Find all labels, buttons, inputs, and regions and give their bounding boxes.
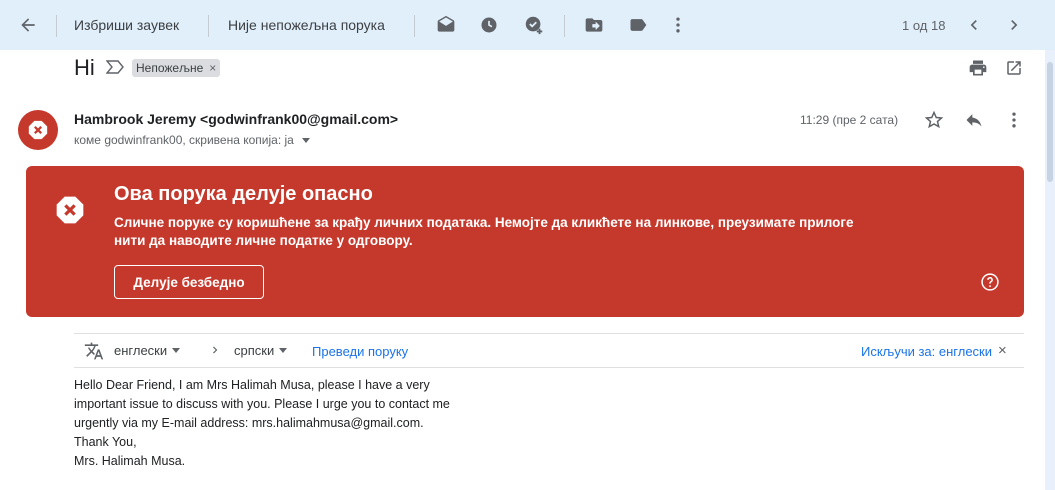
reply-icon[interactable] xyxy=(963,109,985,131)
more-vert-icon[interactable] xyxy=(666,13,690,37)
message-time: 11:29 (пре 2 сата) xyxy=(800,113,899,127)
body-line: urgently via my E-mail address: mrs.hali… xyxy=(74,416,424,430)
open-in-new-window-icon[interactable] xyxy=(1003,57,1025,79)
toolbar-divider xyxy=(56,15,57,37)
warning-description: Сличне поруке су коришћене за крађу личн… xyxy=(114,215,854,248)
translate-message-link[interactable]: Преведи поруку xyxy=(312,344,408,359)
translation-bar: енглески српски Преведи поруку Искључи з… xyxy=(74,333,1024,368)
source-language-select[interactable]: енглески xyxy=(114,343,181,358)
scrollbar-thumb[interactable] xyxy=(1047,62,1053,182)
looks-safe-button[interactable]: Делује безбедно xyxy=(114,265,264,299)
chevron-right-icon xyxy=(208,343,222,362)
more-vert-icon[interactable] xyxy=(1003,109,1025,131)
scrollbar[interactable] xyxy=(1045,50,1055,490)
label-remove-button[interactable]: × xyxy=(209,61,216,75)
target-language-select[interactable]: српски xyxy=(234,343,288,358)
print-icon[interactable] xyxy=(967,57,989,79)
turn-off-translation-link[interactable]: Искључи за: енглески xyxy=(861,344,992,359)
add-task-icon[interactable] xyxy=(522,13,546,37)
sender-name[interactable]: Hambrook Jeremy <godwinfrank00@gmail.com… xyxy=(74,111,398,127)
label-chip-spam: Непожељне × xyxy=(132,59,221,77)
details-dropdown-icon[interactable] xyxy=(301,137,310,143)
source-language-label: енглески xyxy=(114,343,168,358)
target-language-label: српски xyxy=(234,343,275,358)
delete-forever-button[interactable]: Избриши заувек xyxy=(74,17,179,33)
star-icon[interactable] xyxy=(923,109,945,131)
mark-unread-icon[interactable] xyxy=(434,13,458,37)
message-body: Hello Dear Friend, I am Mrs Halimah Musa… xyxy=(74,376,450,471)
toolbar-divider xyxy=(414,15,415,37)
danger-octagon-icon xyxy=(54,194,86,231)
body-line: Hello Dear Friend, I am Mrs Halimah Musa… xyxy=(74,378,430,392)
danger-warning-banner: Ова порука делује опасно Сличне поруке с… xyxy=(26,166,1024,317)
chevron-left-icon[interactable] xyxy=(962,13,986,37)
arrow-back-icon[interactable] xyxy=(16,13,40,37)
recipients-text: коме godwinfrank00, скривена копија: ја xyxy=(74,133,294,147)
chevron-right-icon[interactable] xyxy=(1002,13,1026,37)
toolbar-divider xyxy=(208,15,209,37)
label-chip-text: Непожељне xyxy=(136,61,204,75)
warning-title: Ова порука делује опасно xyxy=(114,183,373,205)
caret-down-icon xyxy=(172,348,181,353)
close-translation-button[interactable]: × xyxy=(998,342,1007,359)
toolbar: Избриши заувек Није непожељна порука 1 о… xyxy=(0,0,1055,50)
body-line: Mrs. Halimah Musa. xyxy=(74,454,186,468)
snooze-clock-icon[interactable] xyxy=(477,13,501,37)
body-line: important issue to discuss with you. Ple… xyxy=(74,397,450,411)
recipients-line[interactable]: коме godwinfrank00, скривена копија: ја xyxy=(74,133,310,147)
help-circle-icon[interactable] xyxy=(980,272,1000,297)
caret-down-icon xyxy=(279,348,288,353)
danger-octagon-icon xyxy=(28,120,48,140)
translate-icon xyxy=(84,341,104,366)
toolbar-divider xyxy=(564,15,565,37)
importance-marker-icon[interactable] xyxy=(105,60,124,79)
sender-avatar[interactable] xyxy=(18,110,58,150)
not-spam-button[interactable]: Није непожељна порука xyxy=(228,17,385,33)
label-icon[interactable] xyxy=(626,13,650,37)
move-to-icon[interactable] xyxy=(582,13,606,37)
body-line: Thank You, xyxy=(74,435,137,449)
email-subject: Hi xyxy=(74,55,95,80)
pagination-count: 1 од 18 xyxy=(902,18,946,33)
